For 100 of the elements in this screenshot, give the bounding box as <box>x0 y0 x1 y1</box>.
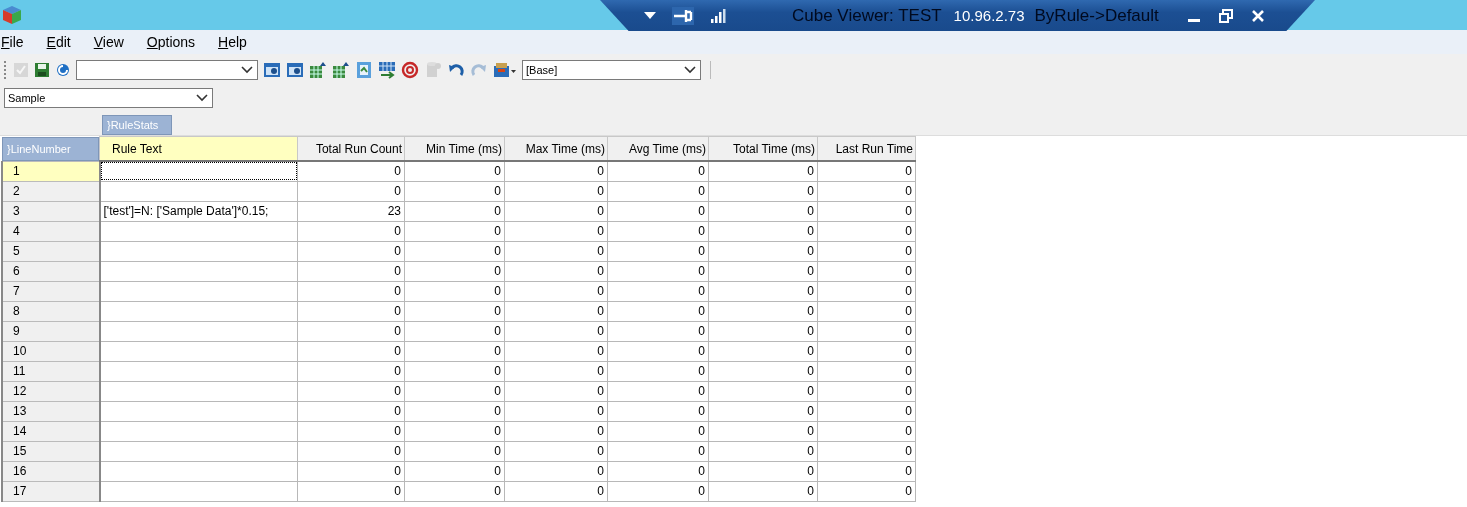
window-title: ByRule->Default <box>1034 5 1159 26</box>
table-arrow-icon[interactable] <box>378 60 396 79</box>
table-cell: 0 <box>817 261 916 281</box>
table-cell: 0 <box>817 201 916 221</box>
table-cell: 0 <box>817 221 916 241</box>
table-cell: 0 <box>404 401 505 421</box>
window-title: Cube Viewer: TEST <box>792 5 942 26</box>
table-cell: 0 <box>607 481 709 501</box>
chevron-down-icon <box>241 65 253 74</box>
close-icon[interactable] <box>1251 8 1265 23</box>
table-cell: 0 <box>607 461 709 481</box>
menu-item[interactable]: Options <box>146 34 219 50</box>
table-cell: 0 <box>504 221 608 241</box>
row-header[interactable]: 15 <box>2 441 100 461</box>
pin-icon[interactable] <box>672 6 694 25</box>
table-cell: 0 <box>504 441 608 461</box>
table-cell: 0 <box>504 481 608 501</box>
row-header[interactable]: 9 <box>2 321 100 341</box>
menu-item[interactable]: Help <box>218 34 270 50</box>
table-cell: 0 <box>504 421 608 441</box>
table-cell: 0 <box>404 221 505 241</box>
row-header[interactable]: 4 <box>2 221 100 241</box>
spreadsheet-icon[interactable] <box>309 60 327 79</box>
refresh-icon[interactable] <box>55 61 71 78</box>
signal-icon <box>710 7 726 24</box>
table-cell: 0 <box>607 441 709 461</box>
table-cell: 0 <box>817 181 916 201</box>
grid-icon[interactable] <box>263 60 281 79</box>
table-cell: 0 <box>708 441 818 461</box>
table-cell: 0 <box>817 281 916 301</box>
table-cell: 0 <box>708 401 818 421</box>
row-header[interactable]: 5 <box>2 241 100 261</box>
table-cell: 0 <box>504 321 608 341</box>
row-header[interactable]: 17 <box>2 481 100 501</box>
calculator-icon[interactable] <box>355 60 373 79</box>
row-header[interactable]: 6 <box>2 261 100 281</box>
column-header[interactable]: Max Time (ms) <box>504 136 608 161</box>
column-header[interactable]: Total Run Count <box>297 136 405 161</box>
table-cell: 0 <box>607 301 709 321</box>
menu-item[interactable]: Edit <box>46 34 94 50</box>
column-header[interactable]: Avg Time (ms) <box>607 136 709 161</box>
row-header[interactable]: 7 <box>2 281 100 301</box>
table-cell: 0 <box>708 321 818 341</box>
table-cell: 0 <box>607 281 709 301</box>
table-cell: 0 <box>297 281 405 301</box>
table-cell: 0 <box>404 201 505 221</box>
table-cell: 0 <box>708 421 818 441</box>
row-header[interactable]: 10 <box>2 341 100 361</box>
table-cell: 0 <box>297 381 405 401</box>
row-header[interactable]: 16 <box>2 461 100 481</box>
row-header[interactable]: 12 <box>2 381 100 401</box>
menu-item[interactable]: View <box>93 34 147 50</box>
column-header[interactable]: Total Time (ms) <box>708 136 818 161</box>
table-cell: 0 <box>404 301 505 321</box>
row-header[interactable]: 14 <box>2 421 100 441</box>
column-header[interactable]: Min Time (ms) <box>404 136 505 161</box>
table-cell: 0 <box>404 421 505 441</box>
table-cell: 0 <box>607 321 709 341</box>
row-header[interactable]: 13 <box>2 401 100 421</box>
row-header[interactable]: 11 <box>2 361 100 381</box>
table-cell: 0 <box>297 221 405 241</box>
save-icon[interactable] <box>34 61 50 78</box>
table-cell: 0 <box>297 161 405 181</box>
chevron-down-icon <box>684 65 696 74</box>
restore-icon[interactable] <box>1219 8 1233 23</box>
stop-icon[interactable] <box>401 60 419 79</box>
table-cell: 0 <box>817 341 916 361</box>
table-cell: 0 <box>504 241 608 261</box>
table-cell: 0 <box>817 241 916 261</box>
table-cell: 0 <box>504 461 608 481</box>
table-cell: 0 <box>817 321 916 341</box>
table-cell: 0 <box>297 181 405 201</box>
table-cell: 0 <box>404 361 505 381</box>
table-cell: 0 <box>708 481 818 501</box>
table-cell: 0 <box>297 321 405 341</box>
table-cell: 0 <box>297 481 405 501</box>
table-cell: 0 <box>607 181 709 201</box>
table-cell: 0 <box>504 161 608 181</box>
grid-icon[interactable] <box>286 60 304 79</box>
table-cell: 0 <box>607 381 709 401</box>
subset-dropdown[interactable]: [Base] <box>522 59 701 80</box>
spreadsheet-icon[interactable] <box>332 60 350 79</box>
column-header[interactable]: Last Run Time <box>817 136 916 161</box>
table-cell: 0 <box>404 341 505 361</box>
title-dimension-dropdown[interactable]: Sample <box>4 88 213 108</box>
menu-item[interactable]: File <box>0 34 47 50</box>
row-header[interactable]: 1 <box>2 161 100 181</box>
cube-app-icon <box>2 5 22 25</box>
table-cell: 0 <box>404 381 505 401</box>
view-dropdown[interactable] <box>76 59 258 80</box>
toolbox-icon[interactable] <box>493 60 517 79</box>
table-cell: 0 <box>404 321 505 341</box>
column-header[interactable]: Rule Text <box>99 136 298 161</box>
row-header[interactable]: 3 <box>2 201 100 221</box>
row-header[interactable]: 8 <box>2 301 100 321</box>
table-cell: 0 <box>708 301 818 321</box>
row-header[interactable]: 2 <box>2 181 100 201</box>
table-cell: 0 <box>708 341 818 361</box>
table-cell: 0 <box>817 441 916 461</box>
dropdown-icon[interactable] <box>644 11 656 20</box>
